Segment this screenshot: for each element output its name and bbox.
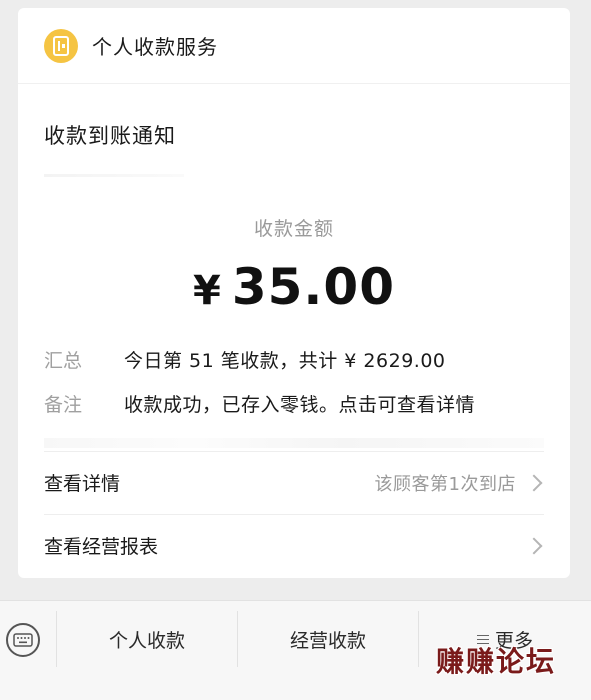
amount-label: 收款金额 [253,218,334,240]
remark-row: 备注 收款成功，已存入零钱。点击可查看详情 [44,390,554,417]
remark-value: 收款成功，已存入零钱。点击可查看详情 [124,394,476,416]
tab-business-payment[interactable]: 经营收款 [238,601,418,677]
view-report-label: 查看经营报表 [44,536,159,558]
view-report-row[interactable]: 查看经营报表 [44,514,544,576]
chevron-right-icon [525,537,543,554]
card-header: 个人收款服务 [18,8,570,84]
view-details-row[interactable]: 查看详情 该顾客第1次到店 [44,451,544,513]
amount-number: 35.00 [231,258,395,316]
keyboard-icon[interactable] [6,623,40,657]
notice-title: 收款到账通知 [44,124,176,148]
watermark-text: 赚赚论坛 [436,645,557,678]
view-details-label: 查看详情 [44,473,121,495]
payment-notification-card[interactable]: 个人收款服务 收款到账通知 收款金额 ¥35.00 汇总 今日第 51 笔收款，… [18,8,570,578]
remark-label: 备注 [44,394,83,416]
summary-value: 今日第 51 笔收款，共计 ¥ 2629.00 [124,350,446,372]
redacted-strip [44,438,544,448]
view-details-right: 该顾客第1次到店 [375,470,544,496]
view-report-right [525,537,544,554]
page: 个人收款服务 收款到账通知 收款金额 ¥35.00 汇总 今日第 51 笔收款，… [0,0,591,700]
currency-symbol: ¥ [193,268,222,314]
amount-value: ¥35.00 [18,258,570,316]
summary-label: 汇总 [44,350,83,372]
tab-personal-payment[interactable]: 个人收款 [57,601,237,677]
redacted-line [44,174,184,177]
summary-row: 汇总 今日第 51 笔收款，共计 ¥ 2629.00 [44,346,554,373]
customer-visit-hint: 该顾客第1次到店 [374,473,516,495]
service-name: 个人收款服务 [92,35,218,59]
chevron-right-icon [525,474,543,491]
wallet-icon [44,28,78,63]
